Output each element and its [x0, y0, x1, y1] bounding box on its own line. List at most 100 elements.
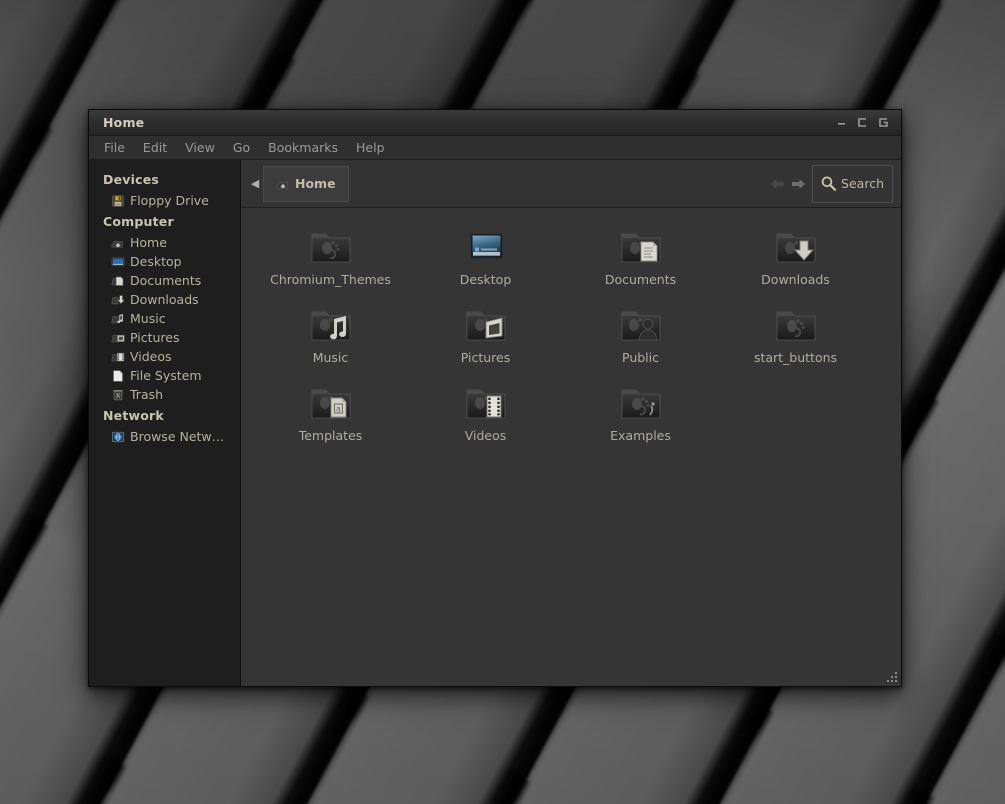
sidebar-item-label: Floppy Drive [130, 193, 209, 208]
menu-edit[interactable]: Edit [134, 138, 176, 157]
file-icon-view[interactable]: Chromium_Themes Desktop Documents Downlo… [241, 208, 901, 686]
sidebar-item-label: Browse Netw… [130, 429, 225, 444]
sidebar-heading-devices: Devices [103, 172, 160, 187]
home-icon [111, 240, 123, 248]
breadcrumb-home[interactable]: Home [263, 165, 349, 202]
folder-examples-icon [621, 389, 660, 419]
sidebar-item-browse-network[interactable]: Browse Netw… [89, 427, 240, 446]
menu-view[interactable]: View [176, 138, 224, 157]
sidebar-item-floppy-drive[interactable]: Floppy Drive [89, 191, 240, 210]
sidebar-item-videos[interactable]: Videos [89, 347, 240, 366]
file-label: start_buttons [753, 350, 838, 365]
menu-help[interactable]: Help [347, 138, 394, 157]
window-title: Home [103, 115, 145, 130]
file-label: Music [312, 350, 349, 365]
file-item-desktop[interactable]: Desktop [408, 222, 563, 300]
sidebar-heading-network: Network [103, 408, 164, 423]
videos-icon [111, 352, 125, 361]
music-icon [111, 313, 123, 323]
trash-icon [113, 389, 123, 400]
folder-documents-icon [621, 233, 660, 263]
resize-grip[interactable] [885, 670, 899, 684]
arrow-right-icon [792, 178, 806, 189]
sidebar-item-label: Documents [130, 273, 202, 288]
menu-bookmarks[interactable]: Bookmarks [259, 138, 347, 157]
pictures-icon [111, 334, 125, 342]
file-label: Chromium_Themes [270, 272, 391, 287]
back-button[interactable] [768, 174, 788, 194]
file-label: Documents [604, 272, 677, 287]
folder-public-icon [621, 311, 660, 341]
file-label: Desktop [459, 272, 512, 287]
file-item-downloads[interactable]: Downloads [718, 222, 873, 300]
svg-text:a: a [336, 405, 341, 414]
documents-icon [111, 276, 124, 286]
file-item-documents[interactable]: Documents [563, 222, 718, 300]
breadcrumb-label: Home [295, 176, 336, 191]
file-label: Videos [464, 428, 507, 443]
minimize-icon [838, 123, 845, 125]
file-system-icon [113, 369, 123, 382]
search-label: Search [841, 176, 884, 191]
sidebar-item-file-system[interactable]: File System [89, 366, 240, 385]
window-body: Devices Floppy Drive Computer Home Deskt… [89, 160, 901, 686]
downloads-icon [111, 294, 125, 304]
sidebar-item-pictures[interactable]: Pictures [89, 328, 240, 347]
file-label: Examples [610, 428, 671, 443]
folder-videos-icon [466, 389, 505, 419]
sidebar-item-music[interactable]: Music [89, 309, 240, 328]
file-grid: Chromium_Themes Desktop Documents Downlo… [241, 216, 901, 456]
window-controls [835, 115, 895, 130]
folder-music-icon [311, 311, 350, 341]
folder-templates-icon: a [311, 389, 350, 419]
folder-icon [776, 311, 815, 341]
sidebar-item-home[interactable]: Home [89, 233, 240, 252]
desktop-preview-icon [470, 233, 502, 259]
sidebar-item-label: Home [130, 235, 167, 250]
sidebar-item-label: Music [130, 311, 166, 326]
sidebar: Devices Floppy Drive Computer Home Deskt… [89, 160, 241, 686]
file-item-pictures[interactable]: Pictures [408, 300, 563, 378]
folder-icon [311, 233, 350, 263]
network-icon [112, 431, 124, 442]
home-folder-icon [276, 181, 288, 189]
arrow-left-icon [771, 178, 785, 189]
folder-downloads-icon [776, 233, 815, 263]
menubar: File Edit View Go Bookmarks Help [89, 136, 901, 160]
file-item-start-buttons[interactable]: start_buttons [718, 300, 873, 378]
sidebar-heading-computer: Computer [103, 214, 174, 229]
file-item-public[interactable]: Public [563, 300, 718, 378]
file-item-examples[interactable]: Examples [563, 378, 718, 456]
window-titlebar[interactable]: Home [89, 110, 901, 136]
sidebar-item-label: Desktop [130, 254, 182, 269]
sidebar-item-trash[interactable]: Trash [89, 385, 240, 404]
file-item-videos[interactable]: Videos [408, 378, 563, 456]
forward-button[interactable] [788, 174, 808, 194]
file-item-music[interactable]: Music [253, 300, 408, 378]
maximize-icon [858, 118, 866, 127]
sidebar-item-documents[interactable]: Documents [89, 271, 240, 290]
menu-go[interactable]: Go [224, 138, 259, 157]
close-button[interactable] [877, 115, 890, 130]
file-label: Templates [298, 428, 363, 443]
file-label: Downloads [761, 272, 830, 287]
minimize-button[interactable] [835, 115, 848, 130]
maximize-button[interactable] [856, 115, 869, 130]
desktop-background: Home File Edit View Go Bookmarks Help De… [0, 0, 1005, 804]
search-button[interactable]: Search [812, 164, 893, 203]
sidebar-item-label: Downloads [130, 292, 199, 307]
close-icon [879, 118, 888, 127]
sidebar-item-desktop[interactable]: Desktop [89, 252, 240, 271]
folder-pictures-icon [466, 311, 505, 341]
file-item-templates[interactable]: a Templates [253, 378, 408, 456]
content-pane: ◀ Home Search Chromium_Themes Desktop Do… [241, 160, 901, 686]
file-label: Pictures [460, 350, 511, 365]
desktop-icon [111, 256, 125, 266]
menu-file[interactable]: File [95, 138, 134, 157]
magnifier-icon [821, 176, 837, 191]
file-item-chromium-themes[interactable]: Chromium_Themes [253, 222, 408, 300]
sidebar-item-downloads[interactable]: Downloads [89, 290, 240, 309]
sidebar-item-label: File System [130, 368, 202, 383]
pathbar-scroll-left-icon[interactable]: ◀ [247, 174, 263, 194]
sidebar-item-label: Pictures [130, 330, 180, 345]
